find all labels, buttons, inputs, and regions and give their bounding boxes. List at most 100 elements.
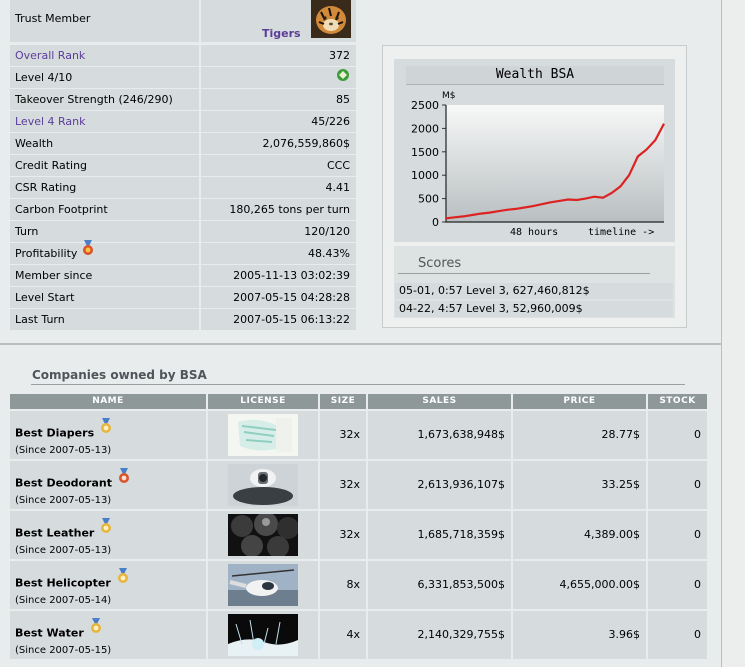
- col-header-sales[interactable]: SALES: [368, 394, 511, 409]
- stat-row: Level 4 Rank 45/226: [10, 111, 356, 132]
- company-medal-icon: [115, 568, 131, 587]
- company-row: Best Water (Since 2007-05-15) 4x 2,140,329,…: [10, 611, 707, 659]
- stat-label-cell: Turn: [10, 221, 199, 242]
- col-header-name[interactable]: NAME: [10, 394, 206, 409]
- company-name-cell: Best Helicopter (Since 2007-05-14): [10, 561, 206, 609]
- company-size: 32x: [320, 411, 366, 459]
- company-stock: 0: [648, 511, 707, 559]
- water-image[interactable]: [228, 614, 298, 656]
- stat-label: Profitability: [15, 247, 78, 260]
- stat-label: Level 4/10: [15, 71, 73, 84]
- stat-label[interactable]: Overall Rank: [15, 49, 85, 62]
- company-name-link[interactable]: Best Leather: [15, 527, 94, 540]
- company-row: Best Diapers (Since 2007-05-13) 32x 1,673,6…: [10, 411, 707, 459]
- col-header-price[interactable]: PRICE: [513, 394, 646, 409]
- stat-value-cell: 2007-05-15 04:28:28: [201, 287, 356, 308]
- stat-label-cell: Level 4 Rank: [10, 111, 199, 132]
- stat-value-cell: 180,265 tons per turn: [201, 199, 356, 220]
- plot-area: [446, 105, 664, 222]
- company-name-cell: Best Diapers (Since 2007-05-13): [10, 411, 206, 459]
- stat-label-cell: Level Start: [10, 287, 199, 308]
- stat-row: Profitability 48.43%: [10, 239, 356, 264]
- company-sales: 2,140,329,755$: [368, 611, 511, 659]
- stat-value: 2005-11-13 03:02:39: [233, 269, 350, 282]
- stat-value: 2,076,559,860$: [262, 137, 350, 150]
- trust-cell: Tigers: [201, 0, 356, 42]
- stat-row: Overall Rank 372: [10, 45, 356, 66]
- leather-image[interactable]: [228, 514, 298, 556]
- stat-label-cell: CSR Rating: [10, 177, 199, 198]
- stat-value: 45/226: [311, 115, 350, 128]
- deodorant-image[interactable]: [228, 464, 298, 506]
- helicopter-image[interactable]: [228, 564, 298, 606]
- company-medal-icon: [98, 518, 114, 537]
- page-scrollbar[interactable]: [721, 0, 745, 667]
- company-price: 28.77$: [513, 411, 646, 459]
- company-sales: 2,613,936,107$: [368, 461, 511, 509]
- stat-value-cell: 85: [201, 89, 356, 110]
- company-since: (Since 2007-05-13): [15, 495, 112, 506]
- score-item: 05-01, 0:57 Level 3, 627,460,812$: [395, 283, 673, 299]
- y-tick-label: 1000: [411, 169, 439, 182]
- scores-title: Scores: [418, 256, 462, 271]
- company-name-link[interactable]: Best Diapers: [15, 427, 94, 440]
- company-price: 4,655,000.00$: [513, 561, 646, 609]
- company-since: (Since 2007-05-13): [15, 445, 112, 456]
- stat-label: CSR Rating: [15, 181, 77, 194]
- y-unit-label: M$: [442, 91, 456, 101]
- company-price: 3.96$: [513, 611, 646, 659]
- company-name-cell: Best Water (Since 2007-05-15): [10, 611, 206, 659]
- stat-row: Turn 120/120: [10, 221, 356, 242]
- company-stock: 0: [648, 461, 707, 509]
- stat-value: 48.43%: [308, 247, 350, 260]
- stat-label-cell: Carbon Footprint: [10, 199, 199, 220]
- company-name-link[interactable]: Best Helicopter: [15, 577, 111, 590]
- company-row: Best Helicopter (Since 2007-05-14) 8x 6,331…: [10, 561, 707, 609]
- company-sales: 1,673,638,948$: [368, 411, 511, 459]
- y-tick-label: 500: [418, 193, 439, 206]
- stat-value-cell: 45/226: [201, 111, 356, 132]
- company-size: 8x: [320, 561, 366, 609]
- company-name-link[interactable]: Best Deodorant: [15, 477, 112, 490]
- company-medal-icon: [116, 468, 132, 487]
- company-since: (Since 2007-05-13): [15, 545, 112, 556]
- col-header-stock[interactable]: STOCK: [648, 394, 707, 409]
- stat-label: Level Start: [15, 291, 75, 304]
- stat-value: 372: [329, 49, 350, 62]
- profitability-medal-icon: [79, 239, 97, 263]
- stat-row: Level Start 2007-05-15 04:28:28: [10, 287, 356, 308]
- col-header-license[interactable]: LICENSE: [208, 394, 318, 409]
- stat-row: Last Turn 2007-05-15 06:13:22: [10, 309, 356, 330]
- col-header-size[interactable]: SIZE: [320, 394, 366, 409]
- company-name-cell: Best Deodorant (Since 2007-05-13): [10, 461, 206, 509]
- stat-value: 120/120: [304, 225, 350, 238]
- company-license-cell: [208, 611, 318, 659]
- stat-label-cell: Level 4/10: [10, 67, 199, 88]
- company-since: (Since 2007-05-14): [15, 595, 112, 606]
- trust-link[interactable]: Tigers: [262, 27, 301, 40]
- stat-label[interactable]: Level 4 Rank: [15, 115, 86, 128]
- stat-value: 2007-05-15 04:28:28: [233, 291, 350, 304]
- stat-label: Turn: [15, 225, 39, 238]
- stat-label-cell: Profitability: [10, 239, 199, 264]
- company-sales: 6,331,853,500$: [368, 561, 511, 609]
- x-timeline-label: timeline ->: [588, 227, 654, 238]
- companies-title-rule: [31, 384, 685, 385]
- stat-label: Carbon Footprint: [15, 203, 108, 216]
- company-license-cell: [208, 461, 318, 509]
- stat-row: Credit Rating CCC: [10, 155, 356, 176]
- company-name-link[interactable]: Best Water: [15, 627, 84, 640]
- company-license-cell: [208, 561, 318, 609]
- x-axis-label: 48 hours: [510, 227, 558, 238]
- chart-title: Wealth BSA: [406, 66, 664, 85]
- stat-row: Wealth 2,076,559,860$: [10, 133, 356, 154]
- company-medal-icon: [88, 618, 104, 637]
- stat-value-cell: [201, 67, 356, 88]
- diapers-image[interactable]: [228, 414, 298, 456]
- company-license-cell: [208, 511, 318, 559]
- stat-value: 85: [336, 93, 350, 106]
- stat-value-cell: 48.43%: [201, 243, 356, 264]
- company-medal-icon: [98, 418, 114, 437]
- stat-value: CCC: [326, 159, 350, 172]
- companies-title: Companies owned by BSA: [32, 368, 207, 382]
